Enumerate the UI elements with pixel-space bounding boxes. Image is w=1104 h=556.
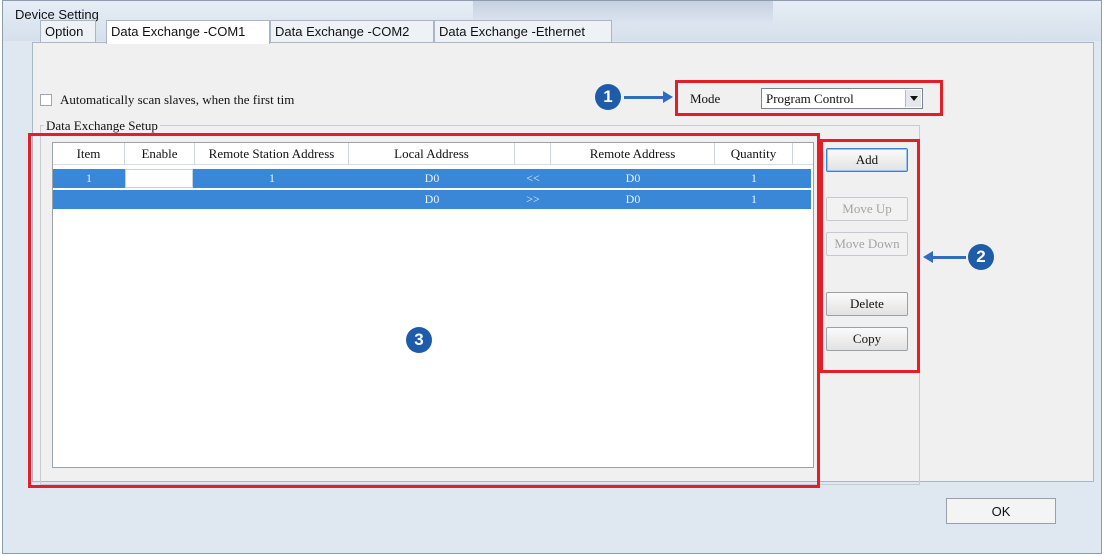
cell-remote-address: D0 (625, 171, 641, 185)
arrow-left-icon (923, 251, 966, 263)
callout-badge-3: 3 (406, 327, 432, 353)
column-header-enable[interactable]: Enable (125, 143, 195, 165)
chevron-down-icon[interactable] (905, 90, 921, 107)
callout-badge-1: 1 (595, 84, 621, 110)
ok-button[interactable]: OK (946, 498, 1056, 524)
group-label: Data Exchange Setup (44, 118, 160, 134)
move-down-button[interactable]: Move Down (826, 232, 908, 256)
column-header-item[interactable]: Item (53, 143, 125, 165)
tab-data-exchange-com1[interactable]: Data Exchange -COM1 (106, 20, 270, 44)
cell-direction: << (526, 171, 540, 185)
tab-option[interactable]: Option (40, 20, 96, 42)
callout-badge-2: 2 (968, 244, 994, 270)
scan-slaves-row: Automatically scan slaves, when the firs… (40, 92, 294, 108)
cell-enable[interactable] (125, 169, 193, 188)
mode-select[interactable]: Program Control (761, 88, 923, 109)
cell-remote-address: D0 (625, 192, 641, 206)
cell-quantity: 1 (751, 171, 757, 185)
table-row[interactable]: 1 1 D0 << D0 1 (53, 169, 811, 188)
cell-remote-station: 1 (269, 171, 275, 185)
column-header-remote-address[interactable]: Remote Address (551, 143, 715, 165)
column-header-local-address[interactable]: Local Address (349, 143, 515, 165)
table-header: Item Enable Remote Station Address Local… (53, 143, 813, 165)
cell-enable (125, 190, 195, 209)
tab-data-exchange-com2[interactable]: Data Exchange -COM2 (270, 20, 434, 42)
data-exchange-table[interactable]: Item Enable Remote Station Address Local… (52, 142, 814, 468)
move-up-button[interactable]: Move Up (826, 197, 908, 221)
cell-item: 1 (86, 171, 92, 185)
column-header-quantity[interactable]: Quantity (715, 143, 793, 165)
table-row[interactable]: D0 >> D0 1 (53, 190, 811, 209)
cell-direction: >> (526, 192, 540, 206)
arrow-right-icon (624, 91, 673, 103)
scan-slaves-checkbox[interactable] (40, 94, 52, 106)
cell-local-address: D0 (424, 171, 440, 185)
tab-data-exchange-ethernet[interactable]: Data Exchange -Ethernet (434, 20, 612, 42)
column-header-remote-station-address[interactable]: Remote Station Address (195, 143, 349, 165)
cell-remote-station (195, 190, 349, 209)
cell-item (53, 190, 125, 209)
copy-button[interactable]: Copy (826, 327, 908, 351)
add-button[interactable]: Add (826, 148, 908, 172)
mode-label: Mode (690, 91, 721, 106)
column-header-direction[interactable] (515, 143, 551, 165)
cell-local-address: D0 (424, 192, 440, 206)
cell-quantity: 1 (751, 192, 757, 206)
delete-button[interactable]: Delete (826, 292, 908, 316)
mode-select-value: Program Control (766, 91, 854, 106)
scan-slaves-label: Automatically scan slaves, when the firs… (60, 92, 295, 107)
